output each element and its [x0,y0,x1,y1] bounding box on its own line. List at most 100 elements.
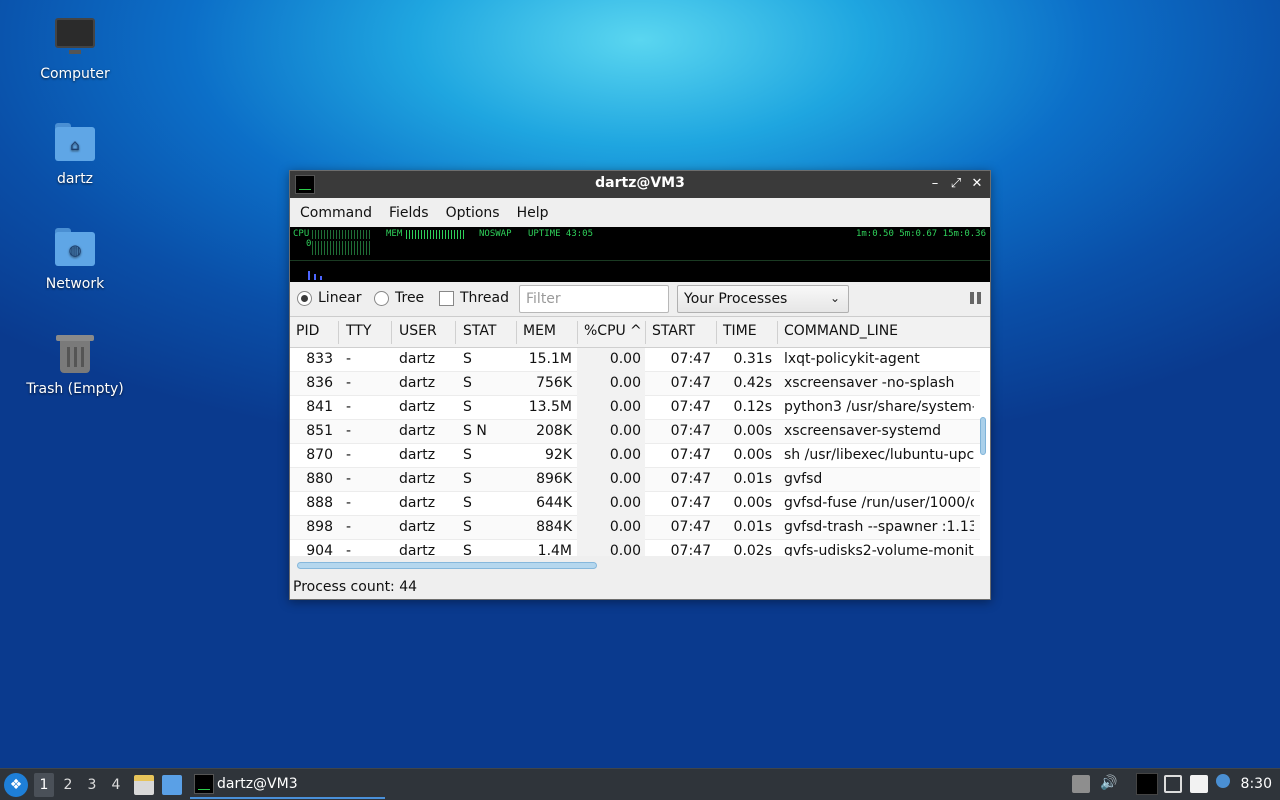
cell-stat: S [463,471,472,487]
filter-input[interactable] [519,285,669,313]
column-cpu[interactable]: %CPU [584,323,626,339]
network-icon[interactable] [1164,775,1182,793]
process-count: Process count: 44 [293,579,418,595]
close-icon[interactable]: ✕ [968,175,986,193]
desktop-icon-trash[interactable]: Trash (Empty) [15,331,135,397]
cell-mem: 15.1M [528,351,572,367]
pause-icon[interactable] [970,292,982,304]
cell-command: xscreensaver-systemd [784,423,942,439]
cell-pid: 904 [306,543,333,556]
cell-user: dartz [399,543,436,556]
cell-command: gvfsd-fuse /run/user/1000/c [784,495,974,511]
cell-command: gvfsd [784,471,823,487]
tree-radio[interactable] [374,291,389,306]
horizontal-scrollbar[interactable] [297,562,597,569]
column-stat[interactable]: STAT [463,323,496,339]
workspace-2[interactable]: 2 [58,777,78,793]
column-time[interactable]: TIME [723,323,757,339]
cell-start: 07:47 [670,447,711,463]
cell-mem: 644K [536,495,572,511]
update-notifier-icon[interactable] [1216,774,1230,788]
cell-command: gvfs-udisks2-volume-monito [784,543,974,556]
cell-cpu: 0.00 [609,399,641,415]
table-header: PID TTY USER STAT MEM %CPU ^ START TIME … [290,317,990,348]
window-title: dartz@VM3 [595,175,685,191]
column-command-line[interactable]: COMMAND_LINE [784,323,898,339]
table-row[interactable]: 888- dartz S 644K 0.00 07:47 0.00s gvfsd-fuse /… [290,492,980,516]
cell-pid: 870 [306,447,333,463]
process-viewer-window: dartz@VM3 – ⤢ ✕ Command Fields Options H… [289,170,991,600]
thread-checkbox[interactable] [439,291,454,306]
menu-help[interactable]: Help [510,205,556,221]
cell-mem: 756K [536,375,572,391]
cell-command: lxqt-policykit-agent [784,351,920,367]
cell-cpu: 0.00 [609,423,641,439]
cell-user: dartz [399,495,436,511]
column-pid[interactable]: PID [296,323,319,339]
taskbar-task-window[interactable]: dartz@VM3 [190,771,385,799]
file-manager-icon[interactable] [134,775,154,795]
table-row[interactable]: 833- dartz S 15.1M 0.00 07:47 0.31s lxqt-policy… [290,348,980,372]
cell-cpu: 0.00 [609,471,641,487]
removable-media-icon[interactable] [1072,775,1090,793]
linear-label[interactable]: Linear [318,290,362,306]
desktop-icon-label: Trash (Empty) [26,381,124,397]
workspace-4[interactable]: 4 [106,777,126,793]
volume-icon[interactable]: 🔊 [1100,775,1118,793]
process-scope-select[interactable]: Your Processes ⌄ [677,285,849,313]
cell-tty: - [346,447,352,463]
desktop-icon-home[interactable]: ⌂ dartz [15,121,135,187]
table-row[interactable]: 880- dartz S 896K 0.00 07:47 0.01s gvfsd [290,468,980,492]
minimize-icon[interactable]: – [926,175,944,193]
cpu-monitor-icon[interactable] [1136,773,1158,795]
cell-start: 07:47 [670,543,711,556]
cell-tty: - [346,351,352,367]
process-rows: 833- dartz S 15.1M 0.00 07:47 0.31s lxqt-policy… [290,348,980,556]
mem-label: MEM [386,229,403,239]
desktop-icon-network[interactable]: ◍ Network [15,226,135,292]
cell-start: 07:47 [670,471,711,487]
table-row[interactable]: 898- dartz S 884K 0.00 07:47 0.01s gvfsd-trash … [290,516,980,540]
table-row[interactable]: 904- dartz S 1.4M 0.00 07:47 0.02s gvfs-udisks2… [290,540,980,556]
menu-options[interactable]: Options [439,205,507,221]
desktop-icon-computer[interactable]: Computer [15,16,135,82]
thread-label[interactable]: Thread [460,290,509,306]
maximize-icon[interactable]: ⤢ [947,175,965,193]
column-mem[interactable]: MEM [523,323,556,339]
cell-time: 0.02s [733,543,772,556]
cell-time: 0.00s [733,447,772,463]
linear-radio[interactable] [297,291,312,306]
cell-mem: 92K [545,447,572,463]
cell-tty: - [346,375,352,391]
show-desktop-icon[interactable] [162,775,182,795]
column-tty[interactable]: TTY [346,323,371,339]
vertical-scrollbar[interactable] [980,417,986,455]
table-row[interactable]: 851- dartz S N 208K 0.00 07:47 0.00s xscreensav… [290,420,980,444]
workspace-3[interactable]: 3 [82,777,102,793]
clipboard-icon[interactable] [1190,775,1208,793]
cell-command: xscreensaver -no-splash [784,375,955,391]
cell-stat: S [463,375,472,391]
column-start[interactable]: START [652,323,695,339]
column-user[interactable]: USER [399,323,437,339]
start-menu-icon[interactable]: ❖ [4,773,28,797]
cell-cpu: 0.00 [609,447,641,463]
table-row[interactable]: 870- dartz S 92K 0.00 07:47 0.00s sh /usr/libex… [290,444,980,468]
tree-label[interactable]: Tree [395,290,424,306]
swap-label: NOSWAP [479,229,512,239]
cell-start: 07:47 [670,399,711,415]
table-row[interactable]: 841- dartz S 13.5M 0.00 07:47 0.12s python3 /us… [290,396,980,420]
cell-time: 0.00s [733,423,772,439]
menu-command[interactable]: Command [293,205,379,221]
cell-pid: 888 [306,495,333,511]
window-titlebar[interactable]: dartz@VM3 – ⤢ ✕ [290,171,990,198]
cell-tty: - [346,519,352,535]
menu-fields[interactable]: Fields [382,205,436,221]
cell-user: dartz [399,351,436,367]
workspace-1[interactable]: 1 [34,773,54,797]
cell-user: dartz [399,447,436,463]
uptime-text: UPTIME 43:05 [528,229,594,239]
cell-user: dartz [399,471,436,487]
cell-user: dartz [399,375,436,391]
table-row[interactable]: 836- dartz S 756K 0.00 07:47 0.42s xscreensaver… [290,372,980,396]
